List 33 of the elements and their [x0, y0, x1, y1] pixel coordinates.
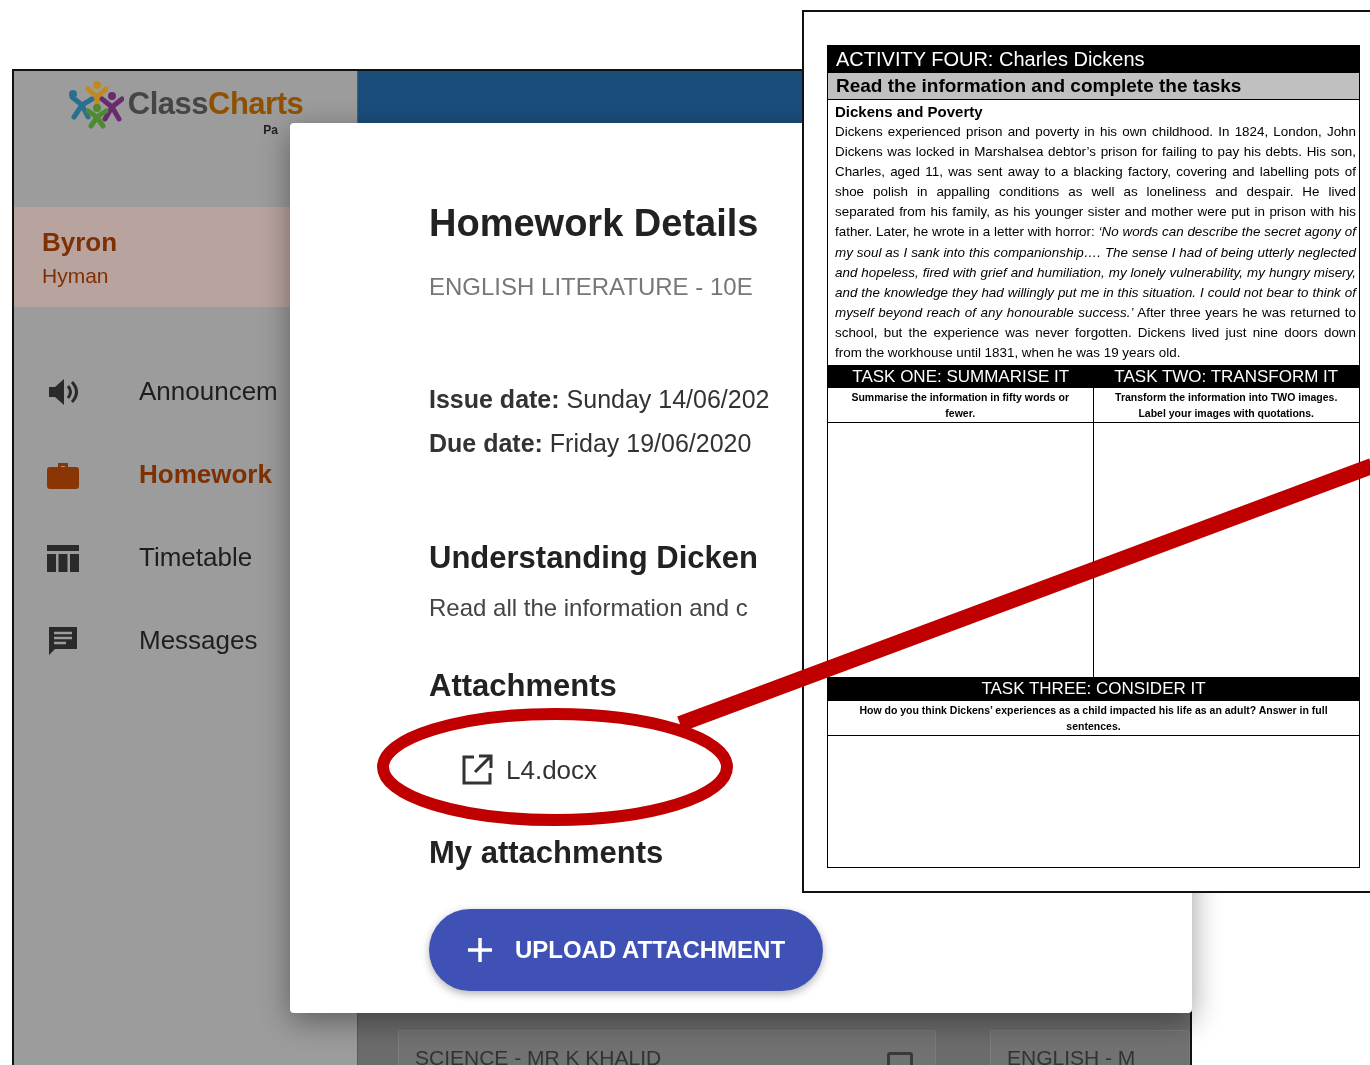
student-last-name: Hyman [42, 263, 110, 288]
subject-label: ENGLISH LITERATURE - 10E [429, 272, 753, 302]
student-first-name: Byron [42, 226, 119, 258]
attachment-link[interactable]: L4.docx [460, 750, 598, 790]
section-title: Dickens and Poverty [835, 102, 984, 122]
plus-icon [466, 937, 493, 963]
logo-subtitle: Pa [263, 123, 278, 137]
date-line: Issue date: Sunday 14/06/202 [429, 384, 770, 415]
dialog-title: Homework Details [429, 201, 759, 246]
document-subtitle: Read the information and complete the tasks [828, 72, 1359, 100]
nav-item[interactable]: Announcem [14, 350, 357, 433]
document-paragraph: Dickens experienced prison and poverty in his own childhood. In 1824, London, John Dickens was locked in Marshalsea debtor’s prison for failing to pay his debts. His son, Charles, aged 11, was sent away to a blacking factory, covering and labelling pots of shoe polish in appalling conditions as well as loneliness and despair. He lived separated from his family, as his younger sister and mother were put in prison with his father. Later, he wrote in a letter with horror: ‘No words can describe the secret agony of my soul as I sank into this companionship…. The sense I had of being utterly neglected and hopeless, fired with grief and humiliation, my lonely vulnerability, my hungry misery, and the knowledge they had willingly put me in this situation. I could not bear to think of myself beyond reach of any honourable success.’ After three years he was returned to school, but the experience was never forgotten. Dickens lived just nine doors down from the workhouse until 1831, when he was 19 years old. [835, 123, 1356, 363]
task-description: Read all the information and c [429, 593, 748, 623]
logo-text: ClassCharts [127, 86, 304, 122]
card-title: SCIENCE - MR K KHALID [415, 1046, 662, 1065]
nav-item[interactable]: Homework [14, 433, 357, 516]
task-heading: TASK TWO: TRANSFORM IT [1093, 365, 1359, 389]
logo-people-icon [67, 79, 124, 129]
task-instruction: Summarise the information in fifty words or fewer. [828, 388, 1094, 424]
attachments-heading: Attachments [429, 667, 617, 705]
external-link-icon [460, 753, 494, 787]
task-heading: TASK ONE: SUMMARISE IT [828, 365, 1094, 389]
task-instruction: Transform the information into TWO images. Label your images with quotations. [1093, 388, 1359, 424]
card-title: ENGLISH - M [1007, 1046, 1136, 1065]
task-title: Understanding Dicken [429, 539, 758, 577]
nav-item[interactable]: Messages [14, 599, 357, 682]
my-attachments-heading: My attachments [429, 834, 664, 872]
document-title: ACTIVITY FOUR: Charles Dickens [828, 46, 1359, 72]
nav-item[interactable]: Timetable [14, 516, 357, 599]
task-instruction: How do you think Dickens’ experiences as a child impacted his life as an adult? Answer in full sentences. [828, 701, 1359, 737]
date-line: Due date: Friday 19/06/2020 [429, 428, 752, 459]
task-heading: TASK THREE: CONSIDER IT [828, 677, 1359, 702]
upload-attachment-button[interactable]: UPLOAD ATTACHMENT [429, 909, 823, 991]
